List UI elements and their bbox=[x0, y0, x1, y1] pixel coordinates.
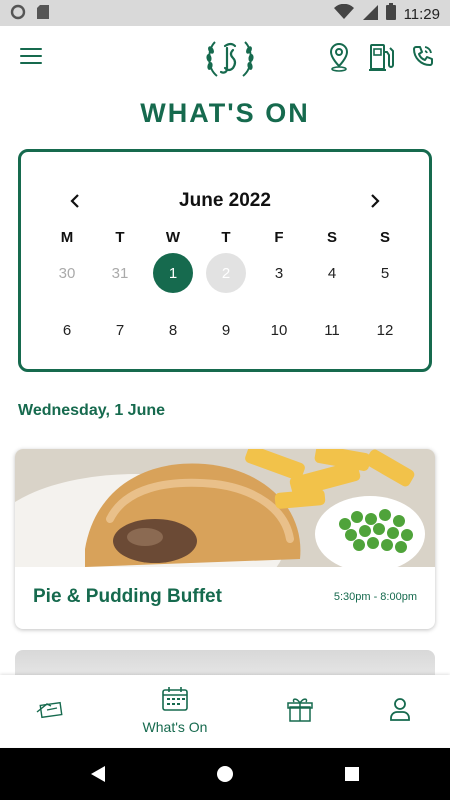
calendar: June 2022 M T W T F S S 30 31 1 2 3 4 5 … bbox=[18, 149, 432, 372]
recents-icon[interactable] bbox=[340, 762, 364, 786]
nav-whats-on[interactable]: What's On bbox=[135, 675, 215, 747]
battery-icon bbox=[385, 3, 396, 25]
calendar-week-row: 6 7 8 9 10 11 12 bbox=[47, 310, 405, 350]
calendar-day[interactable]: 10 bbox=[259, 310, 299, 350]
app-header bbox=[0, 26, 450, 90]
weekday-label: T bbox=[115, 228, 125, 246]
calendar-day[interactable]: 3 bbox=[259, 253, 299, 293]
calendar-day[interactable]: 8 bbox=[153, 310, 193, 350]
calendar-week-row: 30 31 1 2 3 4 5 bbox=[47, 253, 405, 293]
user-icon bbox=[389, 697, 411, 726]
weekday-label: M bbox=[60, 228, 74, 246]
location-pin-icon[interactable] bbox=[326, 41, 352, 73]
ticket-icon bbox=[35, 698, 65, 725]
weekday-label: T bbox=[221, 228, 231, 246]
calendar-day[interactable]: 5 bbox=[365, 253, 405, 293]
calendar-day[interactable]: 30 bbox=[47, 253, 87, 293]
calendar-day[interactable]: 31 bbox=[100, 253, 140, 293]
calendar-day-selected[interactable]: 1 bbox=[153, 253, 193, 293]
header-actions bbox=[326, 41, 436, 73]
brand-logo bbox=[205, 36, 255, 80]
event-time: 5:30pm - 8:00pm bbox=[333, 591, 417, 603]
calendar-day-today[interactable]: 2 bbox=[206, 253, 246, 293]
calendar-day[interactable]: 11 bbox=[312, 310, 352, 350]
status-bar: 11:29 bbox=[0, 0, 450, 26]
sd-card-icon bbox=[36, 4, 50, 25]
calendar-day[interactable]: 7 bbox=[100, 310, 140, 350]
back-icon[interactable] bbox=[86, 762, 110, 786]
page-title: WHAT'S ON bbox=[140, 98, 310, 128]
event-card[interactable]: Pie & Pudding Buffet 5:30pm - 8:00pm bbox=[15, 449, 435, 629]
status-right-icons: 11:29 bbox=[333, 3, 440, 25]
weekday-label: S bbox=[326, 228, 337, 246]
weekday-label: S bbox=[379, 228, 390, 246]
calendar-nav: June 2022 bbox=[21, 188, 429, 214]
event-image bbox=[15, 449, 435, 567]
calendar-day[interactable]: 4 bbox=[312, 253, 352, 293]
status-left-icons bbox=[10, 4, 50, 25]
system-nav-bar bbox=[0, 748, 450, 800]
status-time: 11:29 bbox=[403, 5, 440, 23]
home-icon[interactable] bbox=[213, 762, 237, 786]
wifi-icon bbox=[333, 3, 354, 25]
phone-icon[interactable] bbox=[410, 41, 436, 73]
nav-whats-on-label: What's On bbox=[142, 719, 208, 735]
calendar-icon bbox=[162, 687, 188, 716]
calendar-day[interactable]: 9 bbox=[206, 310, 246, 350]
calendar-day[interactable]: 12 bbox=[365, 310, 405, 350]
menu-icon[interactable] bbox=[20, 48, 42, 66]
weekday-label: W bbox=[165, 228, 181, 246]
weekday-label: F bbox=[274, 228, 284, 246]
gift-icon bbox=[287, 696, 313, 727]
bottom-nav: What's On bbox=[0, 675, 450, 747]
signal-icon bbox=[362, 4, 378, 25]
app-screen: 11:29 WHAT'S ON June 2022 M T W T F S S … bbox=[0, 0, 450, 800]
nav-gifts[interactable] bbox=[284, 675, 316, 747]
calendar-weekday-row: M T W T F S S bbox=[47, 226, 405, 248]
fuel-pump-icon[interactable] bbox=[368, 41, 394, 73]
selected-date-heading: Wednesday, 1 June bbox=[18, 402, 166, 419]
chevron-right-icon[interactable] bbox=[364, 190, 386, 212]
event-title: Pie & Pudding Buffet bbox=[33, 586, 222, 607]
nav-ticket[interactable] bbox=[30, 675, 70, 747]
nav-account[interactable] bbox=[384, 675, 416, 747]
notification-circle-icon bbox=[10, 4, 26, 25]
calendar-day[interactable]: 6 bbox=[47, 310, 87, 350]
